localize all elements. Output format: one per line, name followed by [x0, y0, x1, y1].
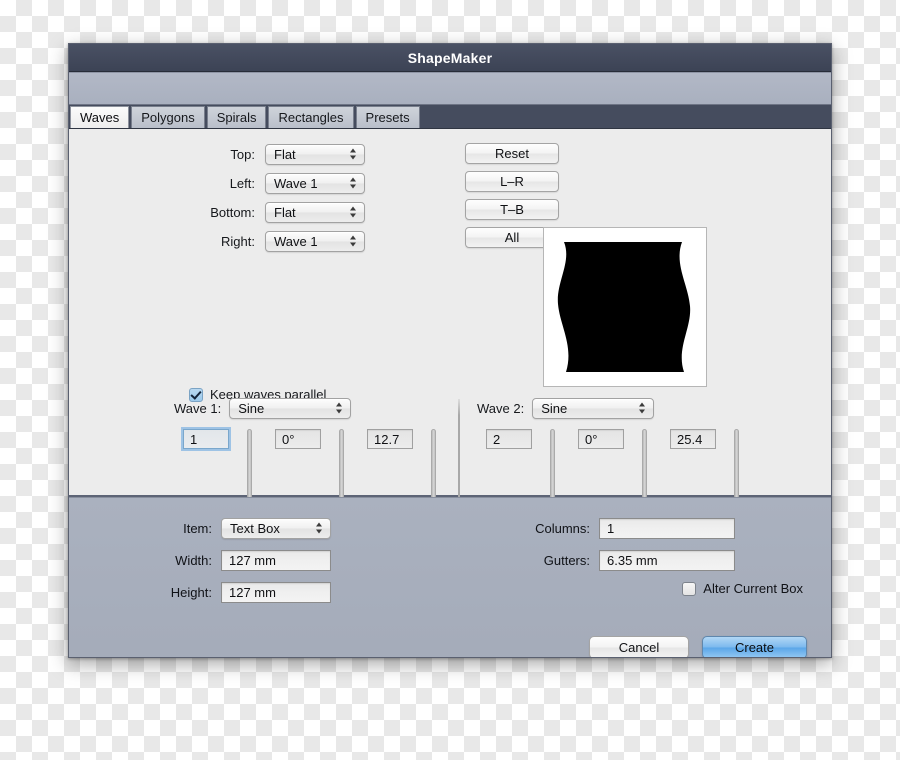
left-right-button[interactable]: L–R — [465, 171, 559, 192]
gutters-label: Gutters: — [507, 553, 599, 568]
width-input[interactable]: 127 mm — [221, 550, 331, 571]
tab-spirals[interactable]: Spirals — [207, 106, 267, 128]
item-select-value: Text Box — [230, 521, 280, 536]
shapemaker-window: ShapeMaker Waves Polygons Spirals Rectan… — [68, 43, 832, 658]
right-select[interactable]: Wave 1 — [265, 231, 365, 252]
window-title: ShapeMaker — [408, 50, 492, 66]
edge-row-right: Right: Wave 1 — [69, 230, 489, 252]
toolbar-strip — [69, 72, 831, 105]
preview-shape-icon — [544, 228, 706, 386]
tab-presets[interactable]: Presets — [356, 106, 420, 128]
columns-row: Columns: 1 — [507, 517, 807, 539]
columns-input[interactable]: 1 — [599, 518, 735, 539]
right-label: Right: — [69, 234, 265, 249]
waves-panel: Top: Flat Left: Wave 1 Bottom: — [69, 129, 831, 497]
chevron-updown-icon — [350, 177, 357, 190]
height-row: Height: 127 mm — [69, 581, 399, 603]
settings-panel: Item: Text Box Width: 127 mm Height: 127… — [69, 497, 831, 658]
top-bottom-button[interactable]: T–B — [465, 199, 559, 220]
wave-2-type-select[interactable]: Sine — [532, 398, 654, 419]
wave-1-header: Wave 1: Sine — [174, 397, 494, 419]
wave-2-label: Wave 2: — [477, 401, 524, 416]
chevron-updown-icon — [336, 402, 343, 415]
wave-1-type-select[interactable]: Sine — [229, 398, 351, 419]
settings-right-column: Columns: 1 Gutters: 6.35 mm Alter Curren… — [507, 517, 807, 596]
window-titlebar: ShapeMaker — [69, 44, 831, 72]
left-select-value: Wave 1 — [274, 176, 318, 191]
gutters-input[interactable]: 6.35 mm — [599, 550, 735, 571]
edge-row-left: Left: Wave 1 — [69, 172, 489, 194]
settings-left-column: Item: Text Box Width: 127 mm Height: 127… — [69, 517, 399, 613]
columns-label: Columns: — [507, 521, 599, 536]
wave-controls-area: Wave 1: Sine 1 Fre — [69, 397, 831, 497]
wave-1-type-value: Sine — [238, 401, 264, 416]
alter-current-box-checkbox[interactable] — [682, 582, 696, 596]
shape-preview — [543, 227, 707, 387]
wave-2-freq-input[interactable]: 2 — [486, 429, 532, 449]
chevron-updown-icon — [316, 522, 323, 535]
alter-current-box-row[interactable]: Alter Current Box — [507, 581, 807, 596]
height-input[interactable]: 127 mm — [221, 582, 331, 603]
bottom-select[interactable]: Flat — [265, 202, 365, 223]
cancel-button[interactable]: Cancel — [589, 636, 689, 658]
chevron-updown-icon — [350, 206, 357, 219]
page-root: ShapeMaker Waves Polygons Spirals Rectan… — [0, 0, 900, 760]
alter-current-box-label: Alter Current Box — [703, 581, 803, 596]
create-button[interactable]: Create — [702, 636, 807, 658]
height-label: Height: — [69, 585, 221, 600]
wave-2-type-value: Sine — [541, 401, 567, 416]
tab-polygons[interactable]: Polygons — [131, 106, 204, 128]
edge-selectors: Top: Flat Left: Wave 1 Bottom: — [69, 143, 489, 259]
gutters-row: Gutters: 6.35 mm — [507, 549, 807, 571]
wave-1-label: Wave 1: — [174, 401, 221, 416]
wave-1-phase-input[interactable]: 0° — [275, 429, 321, 449]
wave-2-header: Wave 2: Sine — [477, 397, 797, 419]
tab-rectangles[interactable]: Rectangles — [268, 106, 353, 128]
right-select-value: Wave 1 — [274, 234, 318, 249]
tab-waves[interactable]: Waves — [70, 106, 129, 128]
wave-1-freq-input[interactable]: 1 — [183, 429, 229, 449]
width-row: Width: 127 mm — [69, 549, 399, 571]
bottom-label: Bottom: — [69, 205, 265, 220]
wave-2-phase-input[interactable]: 0° — [578, 429, 624, 449]
edge-row-bottom: Bottom: Flat — [69, 201, 489, 223]
item-row: Item: Text Box — [69, 517, 399, 539]
tab-bar: Waves Polygons Spirals Rectangles Preset… — [69, 105, 831, 129]
top-label: Top: — [69, 147, 265, 162]
top-select-value: Flat — [274, 147, 296, 162]
top-select[interactable]: Flat — [265, 144, 365, 165]
chevron-updown-icon — [639, 402, 646, 415]
edge-row-top: Top: Flat — [69, 143, 489, 165]
item-label: Item: — [69, 521, 221, 536]
width-label: Width: — [69, 553, 221, 568]
chevron-updown-icon — [350, 235, 357, 248]
reset-button[interactable]: Reset — [465, 143, 559, 164]
item-select[interactable]: Text Box — [221, 518, 331, 539]
left-select[interactable]: Wave 1 — [265, 173, 365, 194]
wave-1-amp-input[interactable]: 12.7 — [367, 429, 413, 449]
bottom-select-value: Flat — [274, 205, 296, 220]
left-label: Left: — [69, 176, 265, 191]
wave-2-amp-input[interactable]: 25.4 — [670, 429, 716, 449]
footer-buttons: Cancel Create — [589, 636, 807, 658]
chevron-updown-icon — [350, 148, 357, 161]
